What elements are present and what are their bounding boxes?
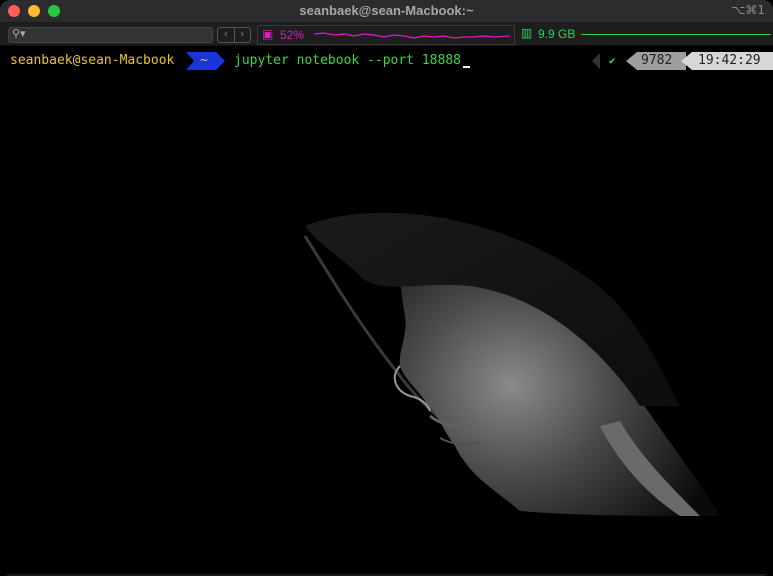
prompt-time: 19:42:29 xyxy=(698,53,761,68)
cpu-chip-icon: ▣ xyxy=(262,27,274,41)
memory-usage-widget[interactable]: ▥ 9.9 GB xyxy=(518,25,773,43)
command-input[interactable]: jupyter notebook --port 18888 xyxy=(234,52,470,70)
cpu-usage-graph xyxy=(314,32,510,39)
window-shortcut-label: ⌥⌘1 xyxy=(731,3,765,17)
cpu-usage-widget[interactable]: ▣ 52% xyxy=(257,25,515,45)
status-check-icon: ✔ xyxy=(609,54,616,67)
memory-usage-label: 9.9 GB xyxy=(538,27,576,41)
terminal-window: seanbaek@sean-Macbook:~ ⌥⌘1 ⚲▾ ‹ › ▣ 52%… xyxy=(0,0,773,576)
terminal-prompt-line[interactable]: seanbaek@sean-Macbook ~ jupyter notebook… xyxy=(0,52,773,70)
previous-match-button[interactable]: ‹ xyxy=(218,28,234,42)
search-input[interactable]: ⚲▾ xyxy=(8,27,213,43)
window-title: seanbaek@sean-Macbook:~ xyxy=(299,3,474,18)
prompt-directory: ~ xyxy=(200,53,208,68)
prompt-pid: 9782 xyxy=(641,53,673,68)
memory-icon: ▥ xyxy=(521,26,533,40)
title-bar: seanbaek@sean-Macbook:~ ⌥⌘1 xyxy=(0,0,773,23)
text-cursor xyxy=(462,66,470,68)
cpu-usage-label: 52% xyxy=(280,28,305,42)
prompt-user-host: seanbaek@sean-Macbook xyxy=(10,53,175,68)
search-icon: ⚲▾ xyxy=(12,27,26,40)
background-wallpaper xyxy=(303,212,720,516)
memory-usage-graph xyxy=(581,34,771,35)
next-match-button[interactable]: › xyxy=(233,28,251,42)
find-navigation: ‹ › xyxy=(217,27,251,43)
command-text: jupyter notebook --port 18888 xyxy=(234,53,461,68)
status-bar: ⚲▾ ‹ › ▣ 52% ▥ 9.9 GB xyxy=(0,23,773,46)
